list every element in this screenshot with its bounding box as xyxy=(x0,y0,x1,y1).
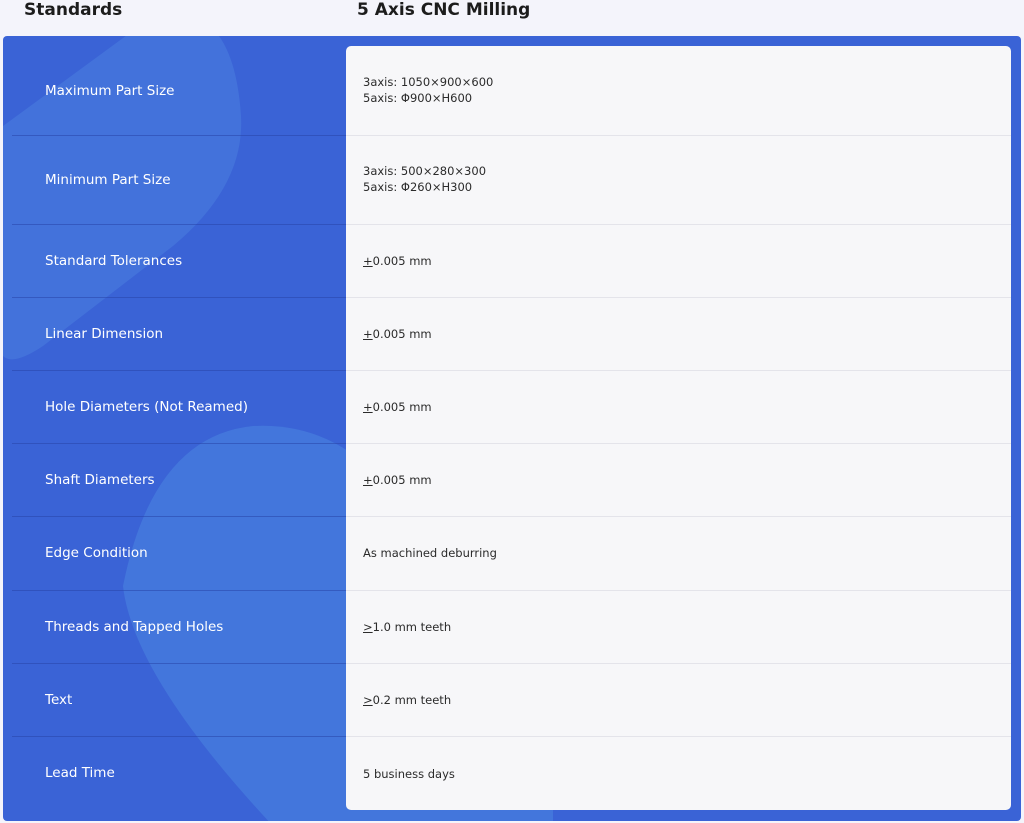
row-label: Hole Diameters (Not Reamed) xyxy=(45,399,248,415)
row-value: As machined deburring xyxy=(363,546,497,560)
plus-minus-symbol: + xyxy=(363,473,373,487)
plus-minus-symbol: + xyxy=(363,400,373,414)
row-label: Standard Tolerances xyxy=(45,253,183,269)
value-text: 0.2 mm teeth xyxy=(372,693,452,707)
row-value: >1.0 mm teeth xyxy=(363,619,451,635)
row-value: >0.2 mm teeth xyxy=(363,692,451,708)
value-text: 1.0 mm teeth xyxy=(372,620,452,634)
row-label: Linear Dimension xyxy=(45,326,164,342)
plus-minus-symbol: + xyxy=(363,254,373,268)
spec-table: Maximum Part Size 3axis: 1050×900×600 5a… xyxy=(3,36,1021,821)
table-row: Minimum Part Size 3axis: 500×280×300 5ax… xyxy=(3,135,1021,225)
value-text: 0.005 mm xyxy=(372,254,432,268)
value-text: 0.005 mm xyxy=(372,473,432,487)
row-label: Text xyxy=(45,692,73,708)
table-row: Hole Diameters (Not Reamed) +0.005 mm xyxy=(3,370,1021,444)
value-text: 0.005 mm xyxy=(372,327,432,341)
table-row: Edge Condition As machined deburring xyxy=(3,516,1021,591)
table-row: Threads and Tapped Holes >1.0 mm teeth xyxy=(3,590,1021,664)
table-row: Shaft Diameters +0.005 mm xyxy=(3,443,1021,517)
value-text: 0.005 mm xyxy=(372,400,432,414)
greater-equal-symbol: > xyxy=(363,693,373,707)
table-row: Text >0.2 mm teeth xyxy=(3,663,1021,737)
row-label: Lead Time xyxy=(45,765,115,781)
row-label: Edge Condition xyxy=(45,545,148,561)
header-process: 5 Axis CNC Milling xyxy=(357,0,531,20)
greater-equal-symbol: > xyxy=(363,620,373,634)
row-value: +0.005 mm xyxy=(363,253,432,269)
row-value: 3axis: 1050×900×600 5axis: Φ900×H600 xyxy=(363,74,493,106)
table-row: Maximum Part Size 3axis: 1050×900×600 5a… xyxy=(3,46,1021,136)
row-value: +0.005 mm xyxy=(363,326,432,342)
value-line: 5axis: Φ260×H300 xyxy=(363,180,473,194)
header-standards: Standards xyxy=(24,0,123,20)
row-label: Threads and Tapped Holes xyxy=(45,619,224,635)
plus-minus-symbol: + xyxy=(363,327,373,341)
row-value: 3axis: 500×280×300 5axis: Φ260×H300 xyxy=(363,163,486,195)
row-value: 5 business days xyxy=(363,767,455,781)
row-value: +0.005 mm xyxy=(363,472,432,488)
row-value: +0.005 mm xyxy=(363,399,432,415)
row-label: Minimum Part Size xyxy=(45,172,171,188)
row-label: Shaft Diameters xyxy=(45,472,155,488)
row-label: Maximum Part Size xyxy=(45,83,175,99)
table-row: Standard Tolerances +0.005 mm xyxy=(3,224,1021,298)
value-line: 5axis: Φ900×H600 xyxy=(363,91,473,105)
table-row: Linear Dimension +0.005 mm xyxy=(3,297,1021,371)
table-row: Lead Time 5 business days xyxy=(3,736,1021,810)
table-header: Standards 5 Axis CNC Milling xyxy=(0,0,1024,36)
value-line: 3axis: 1050×900×600 xyxy=(363,75,494,89)
value-line: 3axis: 500×280×300 xyxy=(363,164,487,178)
